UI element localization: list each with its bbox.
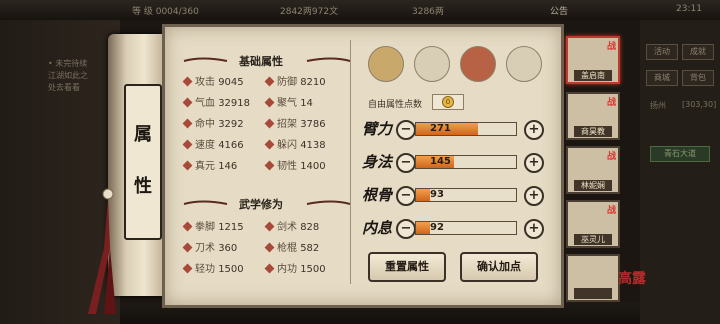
time-text: 23:11: [676, 4, 702, 14]
minus-button[interactable]: −: [396, 153, 416, 173]
top-status-bar: 等 级 0004/360 2842两972文 3286两 公告 23:11: [0, 0, 720, 20]
stat-attack: 攻击 9045: [182, 73, 244, 88]
free-points-box: 0: [432, 94, 464, 110]
minus-button[interactable]: −: [396, 186, 416, 206]
stat-toughness: 韧性 1400: [264, 157, 326, 172]
achievement-button[interactable]: 成就: [682, 44, 714, 60]
diamond-icon: [264, 118, 275, 129]
quest-line: 处去看看: [48, 83, 80, 92]
stat-spirit: 真元 146: [182, 157, 237, 172]
stat-parry: 招架 3786: [264, 115, 326, 130]
attr-label-strength: 臂力: [362, 120, 393, 138]
diamond-icon: [182, 97, 193, 108]
attr-label-agility: 身法: [362, 153, 393, 171]
free-points-label: 自由属性点数: [368, 100, 423, 110]
bagua-tab-icon[interactable]: [460, 46, 496, 82]
stat-energy: 聚气 14: [264, 94, 313, 109]
notice-button[interactable]: 公告: [550, 4, 568, 17]
hero-card[interactable]: [566, 254, 620, 302]
stat-hit: 命中 3292: [182, 115, 244, 130]
diamond-icon: [264, 97, 275, 108]
plus-button[interactable]: +: [524, 153, 544, 173]
diamond-icon: [182, 160, 193, 171]
diamond-icon: [264, 221, 275, 232]
level-text: 等 级 0004/360: [132, 7, 199, 17]
scroll-title-char: 属: [134, 124, 152, 145]
diamond-icon: [182, 76, 193, 87]
background-right: [640, 20, 720, 324]
diamond-icon: [182, 242, 193, 253]
diamond-icon: [182, 263, 193, 274]
hero-card[interactable]: 战林妮娴: [566, 146, 620, 194]
hero-card[interactable]: 战商昊教: [566, 92, 620, 140]
stat-dodge: 躲闪 4138: [264, 136, 326, 151]
constitution-bar: 93: [415, 188, 517, 202]
activity-button[interactable]: 活动: [646, 44, 678, 60]
diamond-icon: [264, 139, 275, 150]
agility-bar: 145: [415, 155, 517, 169]
area-name: 扬州: [650, 101, 666, 110]
stat-fist: 拳脚 1215: [182, 218, 244, 233]
diamond-icon: [182, 221, 193, 232]
coords-text: [303,30]: [682, 100, 717, 109]
constitution-value: 93: [430, 189, 444, 200]
tassel-decoration: [88, 188, 116, 314]
plus-button[interactable]: +: [524, 186, 544, 206]
diamond-icon: [264, 242, 275, 253]
diamond-icon: [264, 160, 275, 171]
diamond-icon: [182, 118, 193, 129]
strength-value: 271: [430, 123, 451, 134]
money-text: 2842两972文: [280, 7, 339, 17]
stat-speed: 速度 4166: [182, 136, 244, 151]
scroll-title-char: 性: [134, 176, 152, 197]
attr-label-breath: 内息: [362, 219, 393, 237]
breath-bar: 92: [415, 221, 517, 235]
body-tab-icon[interactable]: [506, 46, 542, 82]
confirm-points-button[interactable]: 确认加点: [460, 252, 538, 282]
location-button[interactable]: 青石大道: [650, 146, 710, 162]
stat-defense: 防御 8210: [264, 73, 326, 88]
diamond-icon: [264, 263, 275, 274]
shop-button[interactable]: 商城: [646, 70, 678, 86]
basic-attributes-title: 基础属性: [239, 55, 283, 68]
stat-blade: 刀术 360: [182, 239, 237, 254]
hero-card[interactable]: 战盖启南: [566, 36, 620, 84]
diamond-icon: [264, 76, 275, 87]
martial-title: 武学修为: [239, 198, 283, 211]
scroll-tab-icon[interactable]: [414, 46, 450, 82]
minus-button[interactable]: −: [396, 219, 416, 239]
stat-sword: 剑术 828: [264, 218, 319, 233]
stat-inner: 内功 1500: [264, 260, 326, 275]
signature-mark: 高露: [618, 271, 646, 287]
bar-fill: [416, 222, 430, 234]
breath-value: 92: [430, 222, 444, 233]
attr-label-constitution: 根骨: [362, 186, 393, 204]
panel-divider: [350, 40, 351, 284]
agility-value: 145: [430, 156, 451, 167]
stat-spear: 枪棍 582: [264, 239, 319, 254]
strength-bar: 271: [415, 122, 517, 136]
quest-title: • 未完待续: [48, 59, 88, 68]
quest-line: 江湖如此之: [48, 71, 88, 80]
plus-button[interactable]: +: [524, 120, 544, 140]
character-tab-icon[interactable]: [368, 46, 404, 82]
coin-icon: 0: [442, 95, 454, 108]
stat-lightness: 轻功 1500: [182, 260, 244, 275]
reset-attributes-button[interactable]: 重置属性: [368, 252, 446, 282]
scroll-title-plate: 属 性: [124, 84, 162, 240]
plus-button[interactable]: +: [524, 219, 544, 239]
quest-tracker[interactable]: • 未完待续 江湖如此之 处去看看: [48, 58, 88, 94]
bar-fill: [416, 189, 430, 201]
diamond-icon: [182, 139, 193, 150]
hero-card[interactable]: 战巫灵儿: [566, 200, 620, 248]
stat-hp: 气血 32918: [182, 94, 250, 109]
bag-button[interactable]: 背包: [682, 70, 714, 86]
gold-text: 3286两: [412, 7, 444, 17]
minus-button[interactable]: −: [396, 120, 416, 140]
